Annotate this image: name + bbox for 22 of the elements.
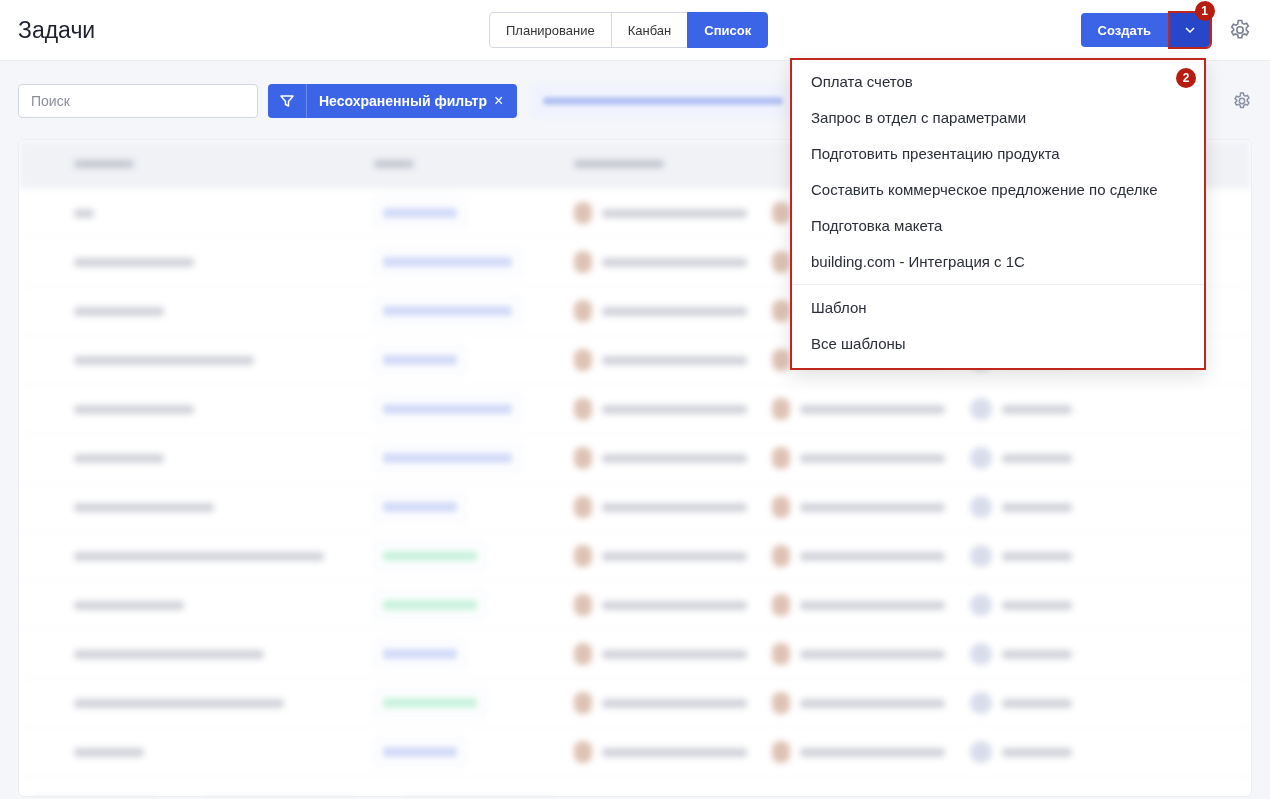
menu-item[interactable]: Шаблон	[792, 290, 886, 326]
filter-icon	[279, 93, 295, 109]
annotation-badge: 2	[1176, 68, 1196, 88]
settings-icon[interactable]	[1228, 18, 1252, 42]
view-tab[interactable]: Канбан	[610, 12, 689, 48]
filter-button[interactable]: Несохраненный фильтр ×	[268, 84, 518, 118]
page-title: Задачи	[18, 16, 96, 44]
dropdown-button[interactable]	[1170, 13, 1210, 47]
menu-item[interactable]: Запрос в отдел с параметрами	[792, 100, 1046, 136]
menu-item[interactable]: building.com - Интеграция с 1С	[792, 244, 1044, 280]
menu-item[interactable]: Составить коммерческое предложение по сделке	[792, 172, 1177, 208]
view-tab[interactable]: Планирование	[489, 12, 612, 48]
settings-icon[interactable]	[1232, 91, 1252, 111]
create-button[interactable]: Создать	[1080, 13, 1168, 47]
chevron-down-icon	[1185, 27, 1195, 33]
menu-item[interactable]: Все шаблоны	[792, 326, 925, 362]
view-tab[interactable]: Список	[687, 12, 769, 48]
annotation-badge: 1	[1194, 1, 1215, 21]
menu-item[interactable]: Подготовить презентацию продукта	[792, 136, 1079, 172]
search-field[interactable]: Поиск	[18, 84, 258, 118]
menu-item[interactable]: Подготовка макета	[792, 208, 962, 244]
menu-item[interactable]: Оплата счетов	[792, 64, 932, 100]
